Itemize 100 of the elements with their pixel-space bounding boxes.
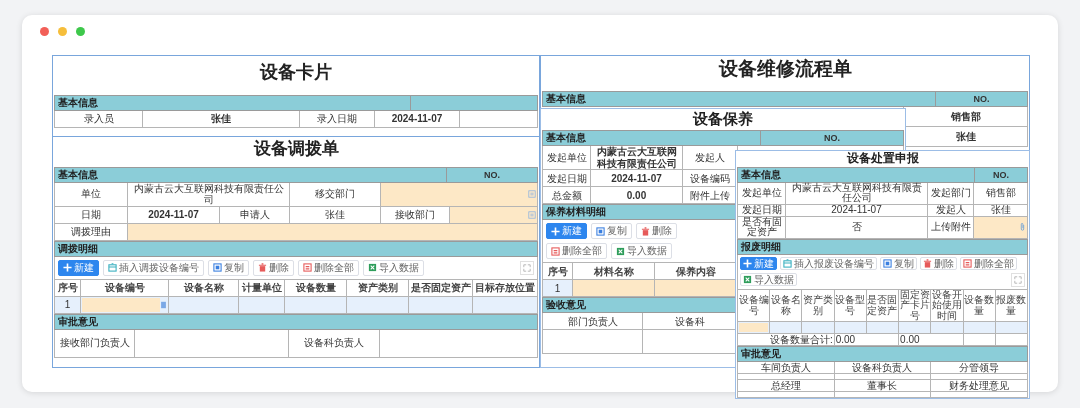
form-title: 设备保养	[693, 109, 753, 129]
table-cell	[963, 322, 996, 335]
delete-button[interactable]: 删除	[253, 259, 294, 276]
delete-all-button[interactable]: 删除全部	[546, 243, 607, 260]
insert-button[interactable]: 插入报废设备编号	[780, 256, 877, 270]
number-label: NO.	[760, 131, 903, 146]
form-title: 设备卡片	[260, 61, 332, 84]
field-label: 分管领导	[931, 362, 1028, 375]
column-header: 资产类别	[347, 279, 409, 297]
spreadsheet-icon	[616, 246, 625, 256]
field-label: 发起人	[928, 204, 974, 217]
input-field[interactable]	[381, 182, 538, 207]
trash-icon	[923, 258, 932, 268]
field-value: 内蒙古云大互联网科技有限责任公司	[591, 146, 683, 171]
field-value: 2024-11-07	[375, 110, 460, 128]
section-title: 基本信息	[740, 167, 782, 182]
field-label: 销售部	[974, 182, 1028, 205]
expand-icon[interactable]	[520, 260, 534, 275]
field-label: 发起部门	[928, 182, 974, 205]
document-icon	[160, 300, 167, 309]
section-title: 基本信息	[57, 167, 99, 182]
section-title: 基本信息	[57, 95, 99, 110]
section-title: 报废明细	[740, 239, 782, 254]
field-label: 内蒙古云大互联网科技有限责任公司	[786, 182, 928, 205]
field-label: 是否有固定资产	[738, 216, 786, 239]
field-value: 2024-11-07	[591, 170, 683, 188]
field-label: 部门负责人	[543, 313, 643, 331]
box-icon	[108, 263, 117, 273]
number-label: NO.	[974, 167, 1027, 182]
spreadsheet-icon	[368, 263, 377, 273]
table-cell	[931, 322, 964, 335]
trash-icon	[258, 263, 267, 273]
copy-button[interactable]: 复制	[880, 256, 917, 270]
field-label: 发起日期	[738, 204, 786, 217]
field-value: 2024-11-07	[128, 206, 220, 224]
box-icon	[783, 258, 792, 268]
number-label: NO.	[446, 167, 537, 182]
field-label: 张佳	[290, 206, 381, 224]
new-button[interactable]: 新建	[740, 256, 777, 270]
input-field[interactable]	[573, 280, 655, 298]
copy-icon	[596, 226, 605, 236]
copy-button[interactable]: 复制	[208, 259, 249, 276]
section-title: 保养材料明细	[545, 205, 607, 220]
field-label: 否	[786, 216, 928, 239]
delete-button[interactable]: 删除	[636, 223, 677, 240]
trash-icon	[641, 226, 650, 236]
field-label: 录入员	[55, 110, 143, 128]
section-title: 基本信息	[545, 91, 587, 106]
input-field[interactable]	[655, 280, 737, 298]
delete-button[interactable]: 删除	[920, 256, 957, 270]
field-value: 内蒙古云大互联网科技有限责任公司	[128, 182, 290, 207]
field-label: 财务处理意见	[931, 380, 1028, 393]
column-header: 设备数量	[285, 279, 347, 297]
expand-icon[interactable]	[1011, 272, 1025, 287]
input-field[interactable]	[974, 216, 1028, 239]
section-title: 审批意见	[740, 347, 782, 362]
import-button[interactable]: 导入数据	[611, 243, 672, 260]
plus-icon	[63, 263, 72, 273]
row-number: 1	[543, 280, 573, 298]
column-header: 计量单位	[239, 279, 285, 297]
field-label: 接收部门负责人	[55, 329, 135, 358]
field-label: 申请人	[220, 206, 290, 224]
document-icon	[963, 258, 972, 268]
picker-icon	[528, 190, 536, 199]
column-header: 目标存放位置	[473, 279, 538, 297]
delete-all-button[interactable]: 删除全部	[960, 256, 1017, 270]
table-cell	[995, 322, 1028, 335]
table-cell	[834, 322, 867, 335]
form-title: 设备调拨单	[253, 138, 339, 160]
plus-icon	[743, 258, 752, 268]
field-label: 车间负责人	[738, 362, 835, 375]
import-button[interactable]: 导入数据	[363, 259, 424, 276]
plus-icon	[551, 226, 560, 236]
field-label: 张佳	[974, 204, 1028, 217]
new-button[interactable]: 新建	[58, 259, 99, 276]
import-button[interactable]: 导入数据	[740, 273, 797, 287]
section-title: 调拨明细	[57, 241, 99, 256]
delete-all-button[interactable]: 删除全部	[298, 259, 359, 276]
form-title: 设备维修流程单	[718, 57, 852, 81]
document-icon	[551, 246, 560, 256]
field-value: 张佳	[143, 110, 300, 128]
insert-button[interactable]: 插入调拨设备编号	[103, 259, 204, 276]
number-label: NO.	[935, 91, 1027, 106]
field-label: 2024-11-07	[786, 204, 928, 217]
column-header: 序号	[55, 279, 81, 297]
input-field[interactable]	[82, 297, 160, 312]
copy-icon	[883, 258, 892, 268]
field-label: 发起单位	[543, 146, 591, 171]
spreadsheet-icon	[743, 275, 752, 285]
field-label: 设备科负责人	[834, 362, 932, 375]
field-label: 单位	[55, 182, 128, 207]
table-cell	[802, 322, 835, 335]
column-header: 是否固定资产	[409, 279, 473, 297]
field-label: 发起日期	[543, 170, 591, 188]
field-label: 设备科负责人	[289, 329, 380, 358]
section-title: 验收意见	[545, 298, 587, 313]
copy-icon	[213, 263, 222, 273]
copy-button[interactable]: 复制	[591, 223, 632, 240]
new-button[interactable]: 新建	[546, 223, 587, 240]
field-label: 录入日期	[300, 110, 375, 128]
